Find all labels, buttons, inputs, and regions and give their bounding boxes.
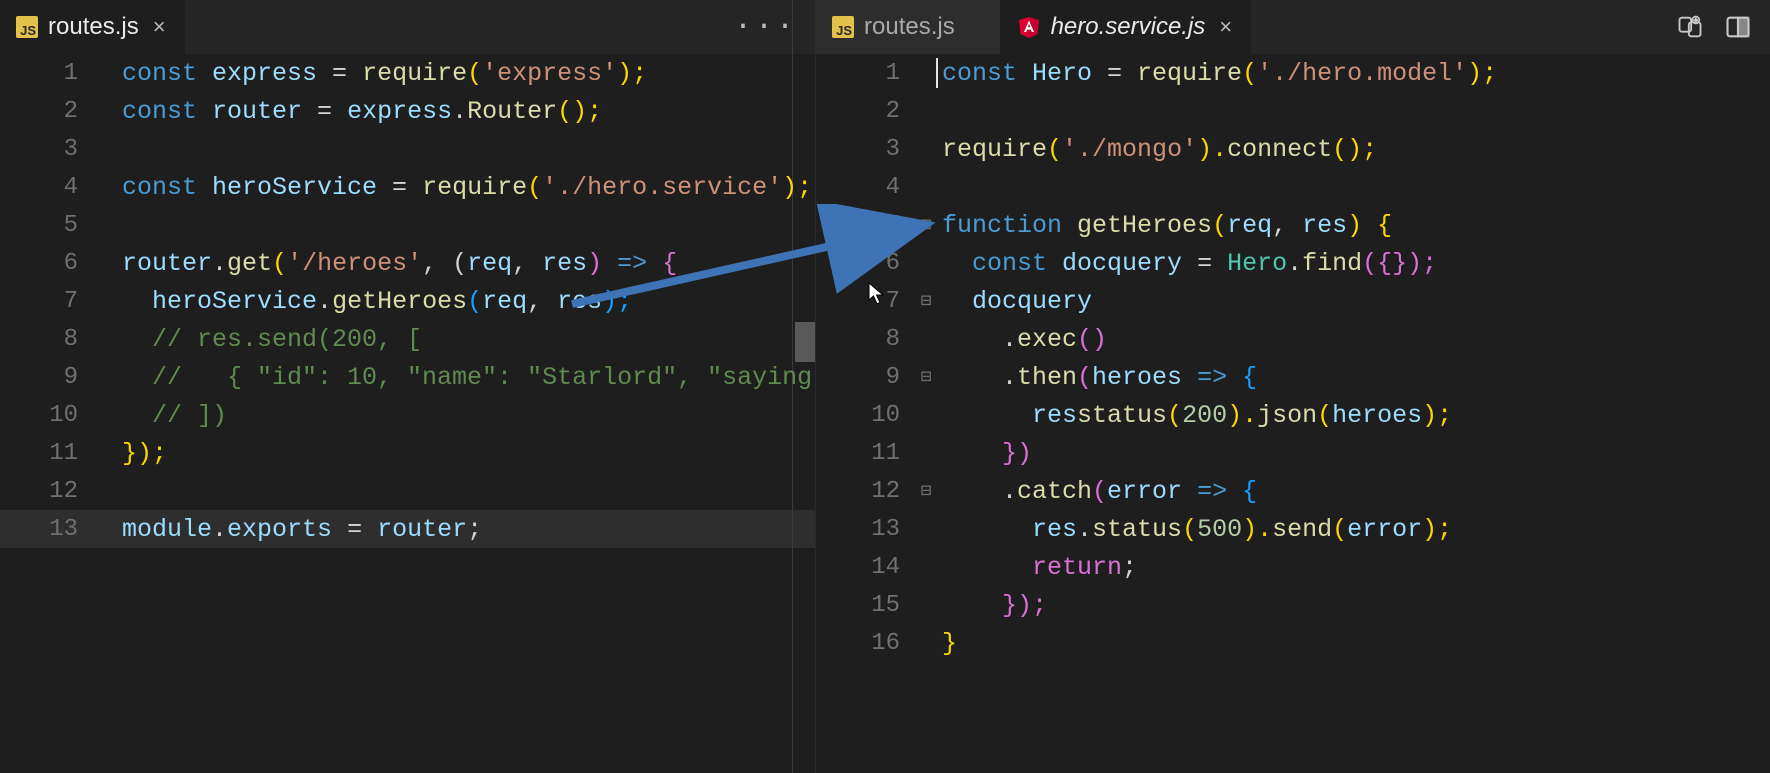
fold-toggle-icon[interactable]: ⊟ <box>916 282 936 320</box>
code-line[interactable]: module.exports = router; <box>122 510 815 548</box>
code-line[interactable]: }); <box>942 586 1770 624</box>
code-line[interactable]: const heroService = require('./hero.serv… <box>122 168 815 206</box>
js-file-icon: JS <box>16 16 38 38</box>
close-icon[interactable]: × <box>1215 14 1236 40</box>
line-number: 5 <box>0 212 78 239</box>
line-number-gutter: 1 2 3 4 5 6 7 8 9 10 11 12 13 14 15 16 <box>816 54 916 773</box>
line-number: 9 <box>0 364 78 391</box>
line-number: 2 <box>816 98 900 125</box>
code-line[interactable]: function getHeroes(req, res) { <box>942 206 1770 244</box>
code-line[interactable]: }) <box>942 434 1770 472</box>
line-number: 12 <box>0 478 78 505</box>
line-number: 7 <box>0 288 78 315</box>
line-number: 10 <box>816 402 900 429</box>
code-line[interactable]: router.get('/heroes', (req, res) => { <box>122 244 815 282</box>
line-number: 8 <box>816 326 900 353</box>
code-line[interactable]: .catch(error => { <box>942 472 1770 510</box>
tab-label: routes.js <box>864 13 955 41</box>
editor-pane-left: JS routes.js × ··· 1 2 3 4 5 6 7 8 9 <box>0 0 816 773</box>
fold-toggle-icon[interactable]: ⊟ <box>916 472 936 510</box>
code-line[interactable]: return; <box>942 548 1770 586</box>
code-line[interactable]: heroService.getHeroes(req, res); <box>122 282 815 320</box>
line-number: 13 <box>816 516 900 543</box>
line-number: 13 <box>0 516 78 543</box>
line-number: 4 <box>0 174 78 201</box>
code-line[interactable] <box>942 92 1770 130</box>
code-line[interactable]: const Hero = require('./hero.model'); <box>942 54 1770 92</box>
line-number: 16 <box>816 630 900 657</box>
code-line[interactable] <box>122 130 815 168</box>
fold-gutter: ⊟ ⊟ ⊟ ⊟ <box>916 54 936 773</box>
split-editor-icon[interactable] <box>1724 13 1752 41</box>
code-line[interactable] <box>942 168 1770 206</box>
editor-right[interactable]: 1 2 3 4 5 6 7 8 9 10 11 12 13 14 15 16 ⊟ <box>816 54 1770 773</box>
code-line[interactable] <box>122 206 815 244</box>
fold-toggle-icon[interactable]: ⊟ <box>916 358 936 396</box>
line-number: 7 <box>816 288 900 315</box>
line-number: 3 <box>0 136 78 163</box>
line-number: 6 <box>0 250 78 277</box>
tabbar-right: JS routes.js × hero.service.js × <box>816 0 1770 54</box>
tab-hero-service-js[interactable]: hero.service.js × <box>1001 0 1252 54</box>
code-line[interactable]: } <box>942 624 1770 662</box>
line-number: 4 <box>816 174 900 201</box>
line-number: 3 <box>816 136 900 163</box>
line-number: 11 <box>816 440 900 467</box>
tabbar-left: JS routes.js × ··· <box>0 0 815 54</box>
line-number: 15 <box>816 592 900 619</box>
line-number: 14 <box>816 554 900 581</box>
editor-split: JS routes.js × ··· 1 2 3 4 5 6 7 8 9 <box>0 0 1770 773</box>
code-line[interactable]: const express = require('express'); <box>122 54 815 92</box>
code-line[interactable]: require('./mongo').connect(); <box>942 130 1770 168</box>
code-area-left[interactable]: const express = require('express'); cons… <box>96 54 815 773</box>
more-actions-icon[interactable]: ··· <box>734 20 797 35</box>
editor-pane-right: JS routes.js × hero.service.js × <box>816 0 1770 773</box>
js-file-icon: JS <box>832 16 854 38</box>
line-number: 6 <box>816 250 900 277</box>
compare-changes-icon[interactable] <box>1676 13 1704 41</box>
code-line[interactable]: .then(heroes => { <box>942 358 1770 396</box>
code-line[interactable]: // ]) <box>122 396 815 434</box>
code-line[interactable]: .exec() <box>942 320 1770 358</box>
line-number: 1 <box>0 60 78 87</box>
line-number: 5 <box>816 212 900 239</box>
code-line[interactable]: const router = express.Router(); <box>122 92 815 130</box>
line-number-gutter: 1 2 3 4 5 6 7 8 9 10 11 12 13 <box>0 54 96 773</box>
code-line[interactable]: // { "id": 10, "name": "Starlord", "sayi… <box>122 358 815 396</box>
line-number: 8 <box>0 326 78 353</box>
editor-left[interactable]: 1 2 3 4 5 6 7 8 9 10 11 12 13 const expr… <box>0 54 815 773</box>
code-line[interactable]: const docquery = Hero.find({}); <box>942 244 1770 282</box>
fold-toggle-icon[interactable]: ⊟ <box>916 206 936 244</box>
line-number: 2 <box>0 98 78 125</box>
tab-routes-js[interactable]: JS routes.js × <box>0 0 185 54</box>
line-number: 11 <box>0 440 78 467</box>
close-icon[interactable]: × <box>149 14 170 40</box>
code-line[interactable]: docquery <box>942 282 1770 320</box>
code-line[interactable]: // res.send(200, [ <box>122 320 815 358</box>
text-caret <box>936 58 938 88</box>
line-number: 10 <box>0 402 78 429</box>
code-line[interactable]: }); <box>122 434 815 472</box>
line-number: 1 <box>816 60 900 87</box>
code-area-right[interactable]: const Hero = require('./hero.model'); re… <box>936 54 1770 773</box>
line-number: 9 <box>816 364 900 391</box>
code-line[interactable] <box>122 472 815 510</box>
tab-label: routes.js <box>48 13 139 41</box>
code-line[interactable]: res.status(500).send(error); <box>942 510 1770 548</box>
code-line[interactable]: resstatus(200).json(heroes); <box>942 396 1770 434</box>
line-number: 12 <box>816 478 900 505</box>
tab-routes-js-right[interactable]: JS routes.js × <box>816 0 1001 54</box>
tab-label: hero.service.js <box>1051 13 1206 41</box>
angular-file-icon <box>1017 15 1041 39</box>
